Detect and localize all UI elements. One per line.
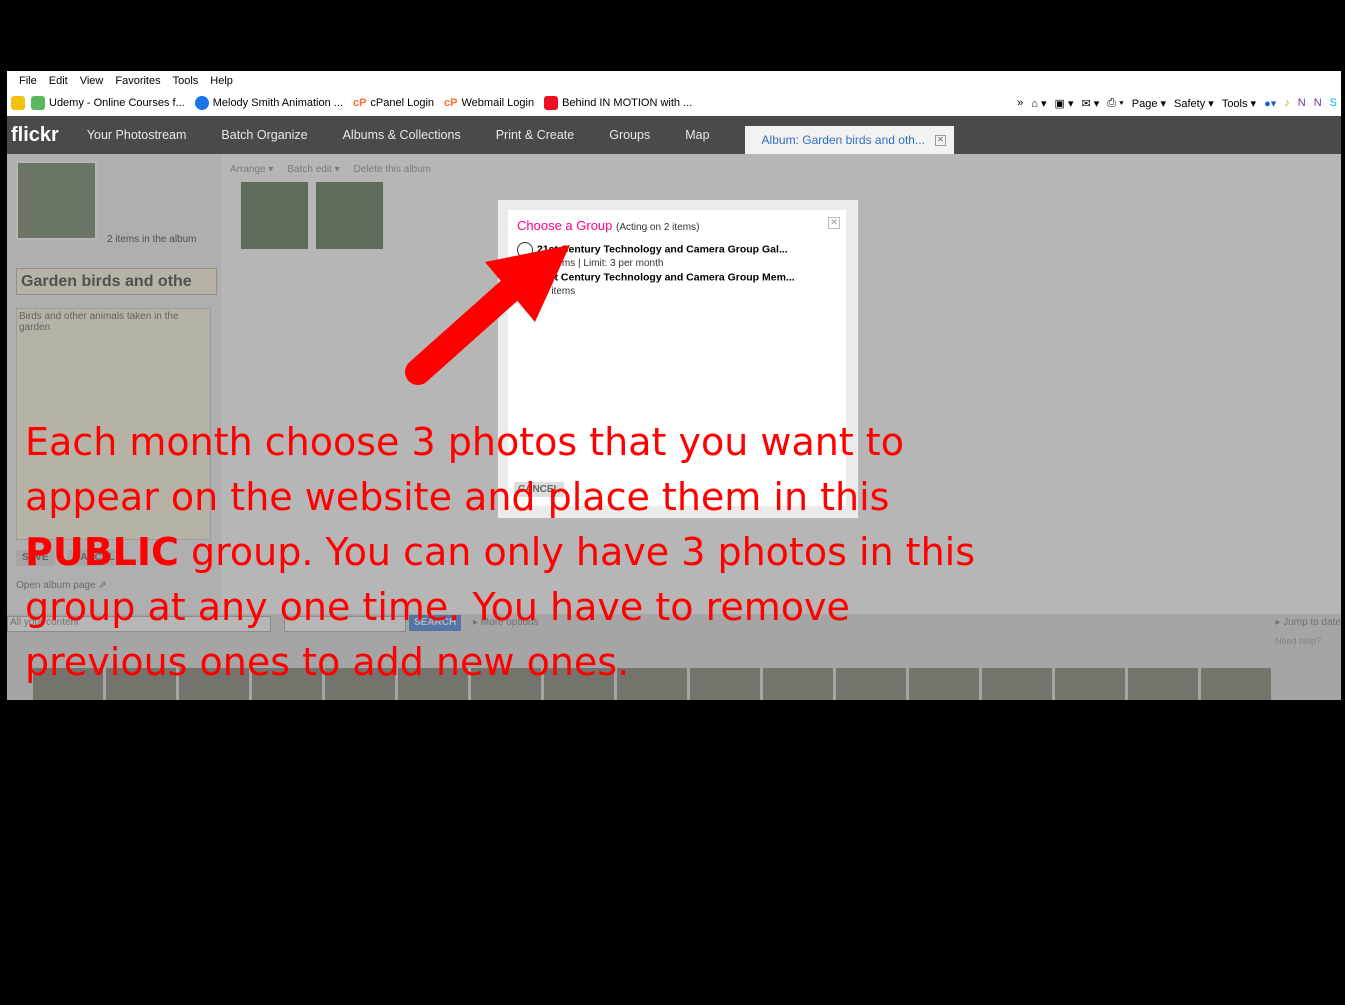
caption-line: previous ones to add new ones. bbox=[25, 640, 630, 684]
caption-line: Each month choose 3 photos that you want… bbox=[25, 420, 904, 464]
arrow-shaft bbox=[405, 277, 523, 385]
caption-bold: PUBLIC bbox=[25, 530, 179, 574]
caption-line: appear on the website and place them in … bbox=[25, 475, 890, 519]
caption-line: PUBLIC group. You can only have 3 photos… bbox=[25, 525, 1125, 580]
annotation-caption: Each month choose 3 photos that you want… bbox=[25, 415, 1125, 690]
caption-line: group at any one time. You have to remov… bbox=[25, 585, 850, 629]
caption-rest: group. You can only have 3 photos in thi… bbox=[178, 530, 976, 574]
